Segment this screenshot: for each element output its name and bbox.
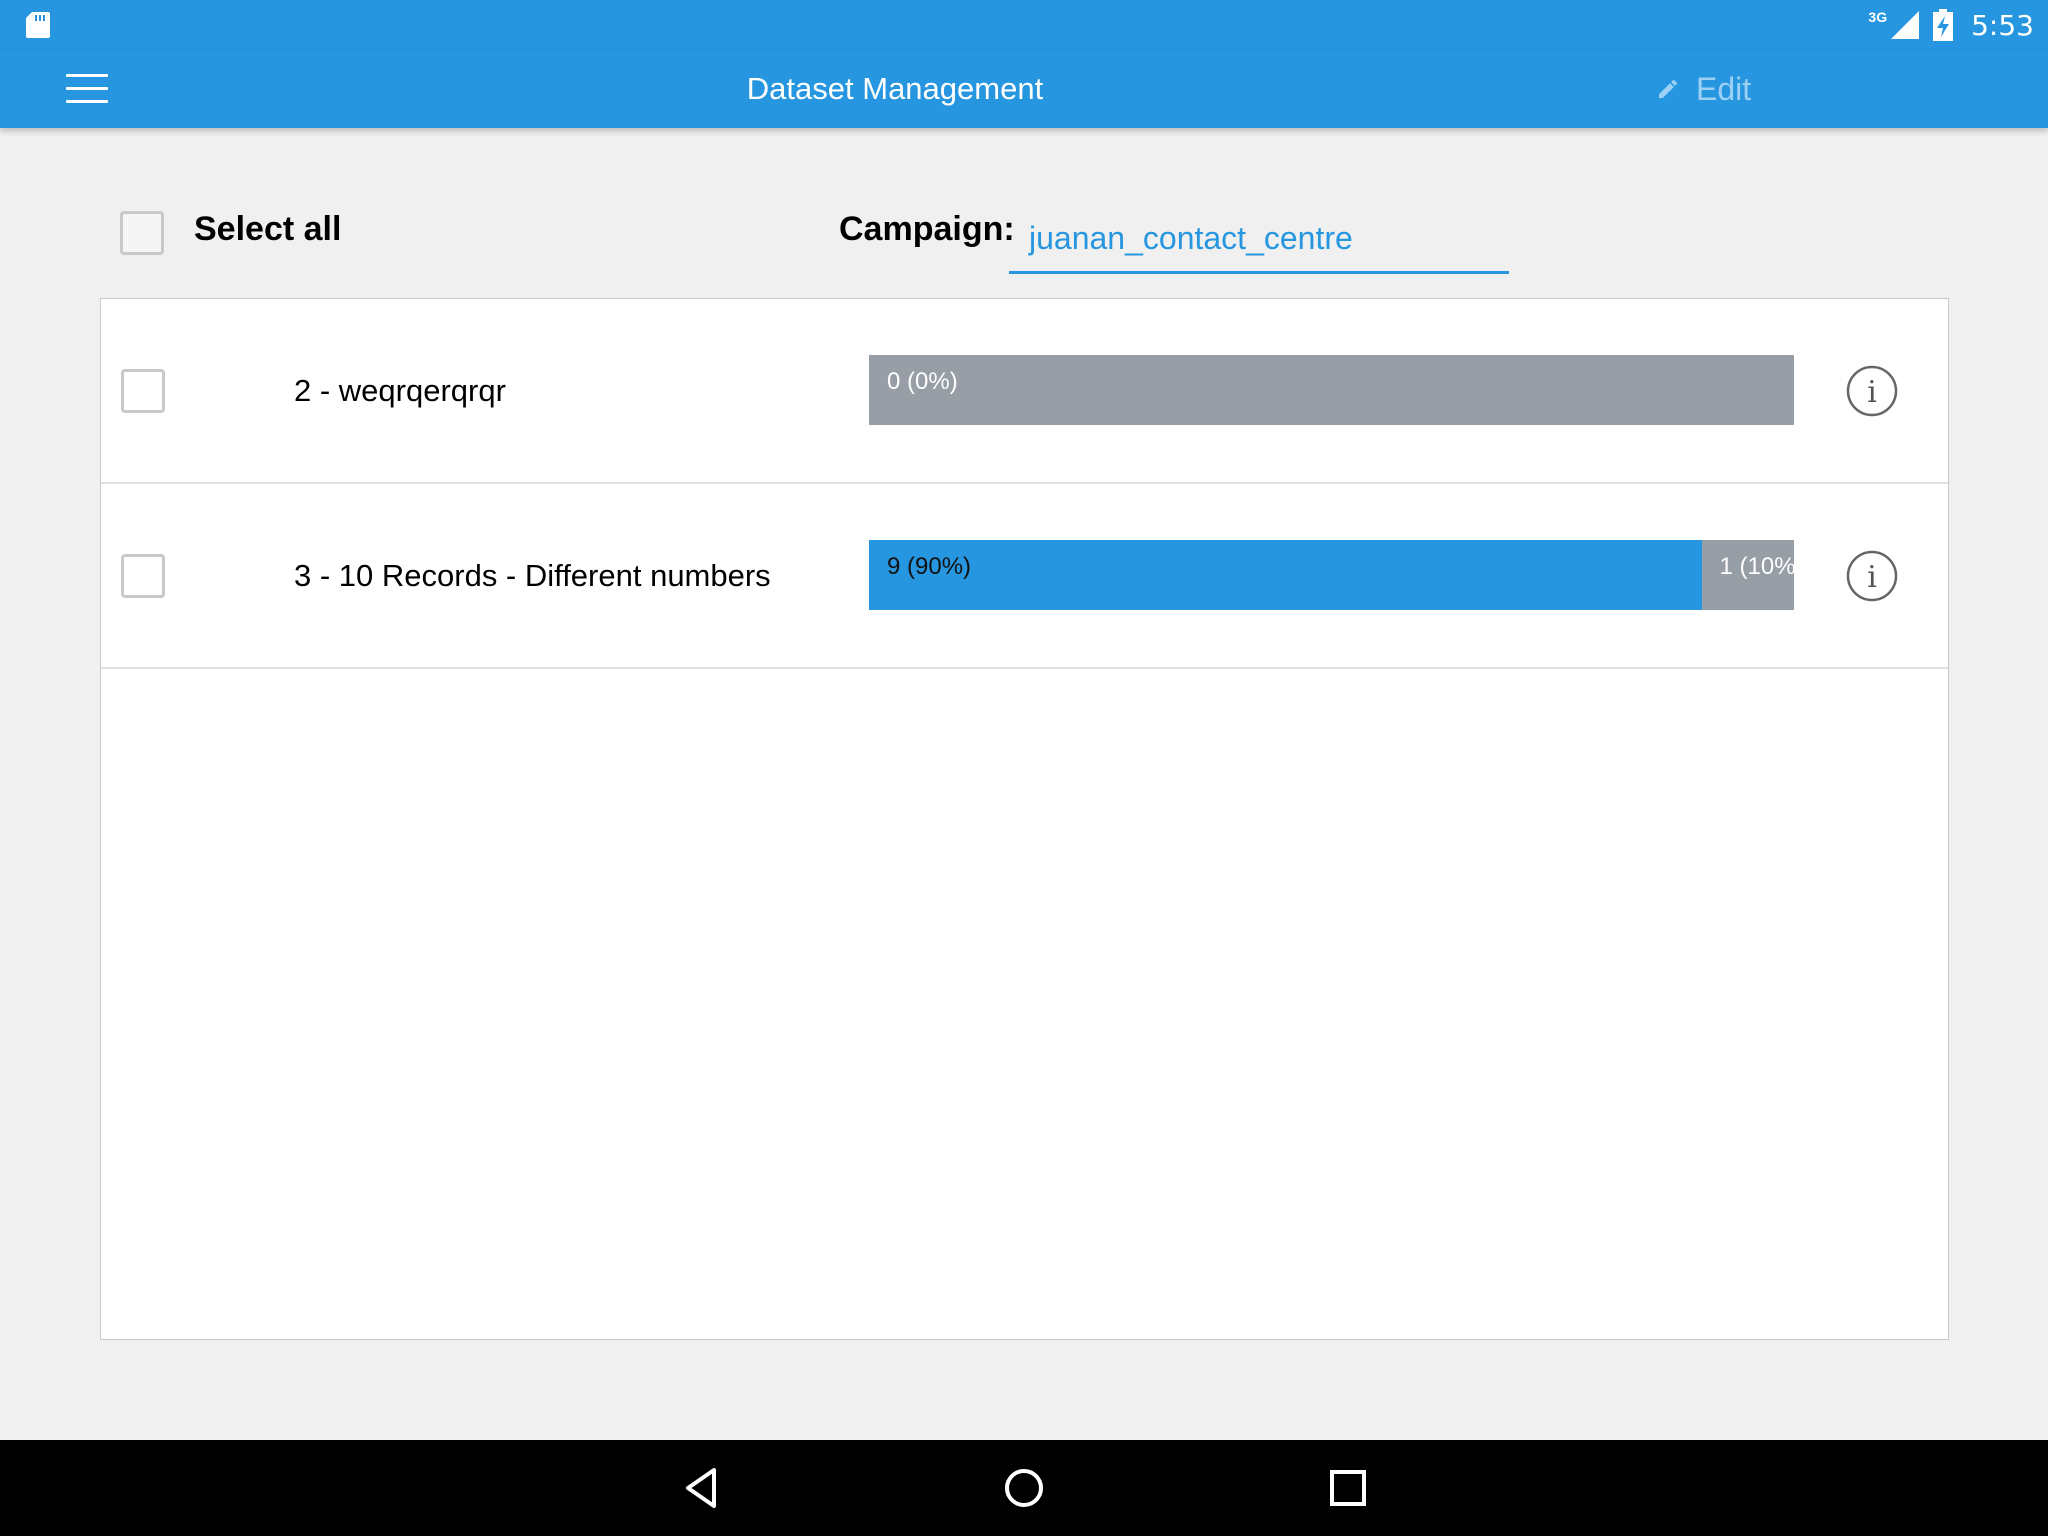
status-time: 5:53 xyxy=(1971,8,2034,42)
campaign-selector[interactable]: juanan_contact_centre xyxy=(1009,212,1509,274)
progress-segment-completed: 9 (90%) xyxy=(869,540,1702,610)
progress-label: 0 (0%) xyxy=(887,368,958,395)
home-icon[interactable] xyxy=(1000,1464,1048,1512)
select-all-label: Select all xyxy=(194,210,342,248)
list-item: 3 - 10 Records - Different numbers 9 (90… xyxy=(101,484,1948,669)
info-icon[interactable]: i xyxy=(1846,365,1898,417)
select-all-checkbox[interactable] xyxy=(120,211,164,255)
back-icon[interactable] xyxy=(678,1464,726,1512)
dataset-name: 3 - 10 Records - Different numbers xyxy=(294,558,771,593)
battery-charging-icon xyxy=(1933,9,1954,41)
list-item: 2 - weqrqerqrqr 0 (0%) i xyxy=(101,299,1948,484)
progress-label: 1 (10%) xyxy=(1719,553,1795,580)
svg-text:i: i xyxy=(1867,560,1877,595)
row-checkbox[interactable] xyxy=(121,369,165,413)
recents-icon[interactable] xyxy=(1324,1464,1372,1512)
edit-button[interactable]: Edit xyxy=(1656,50,1751,128)
row-checkbox[interactable] xyxy=(121,554,165,598)
app-bar: Dataset Management Edit xyxy=(0,50,2048,128)
status-bar: 3G 5:53 xyxy=(0,0,2048,50)
progress-bar: 9 (90%) 1 (10%) xyxy=(869,540,1794,610)
page-title: Dataset Management xyxy=(746,71,1044,106)
progress-bar: 0 (0%) xyxy=(869,355,1794,425)
network-type: 3G xyxy=(1868,9,1888,25)
dataset-name: 2 - weqrqerqrqr xyxy=(294,373,506,408)
pencil-icon xyxy=(1659,79,1678,98)
dataset-list: 2 - weqrqerqrqr 0 (0%) i 3 - 10 Records … xyxy=(100,298,1949,1340)
svg-text:i: i xyxy=(1867,375,1877,410)
progress-segment-remaining: 0 (0%) xyxy=(869,355,1794,425)
campaign-label: Campaign: xyxy=(839,210,1015,248)
navigation-bar xyxy=(0,1440,2048,1536)
signal-icon xyxy=(1891,11,1920,39)
edit-label: Edit xyxy=(1696,70,1752,107)
sd-card-icon xyxy=(26,12,50,38)
progress-segment-remaining: 1 (10%) xyxy=(1701,540,1795,610)
info-icon[interactable]: i xyxy=(1846,550,1898,602)
progress-label: 9 (90%) xyxy=(887,553,972,580)
